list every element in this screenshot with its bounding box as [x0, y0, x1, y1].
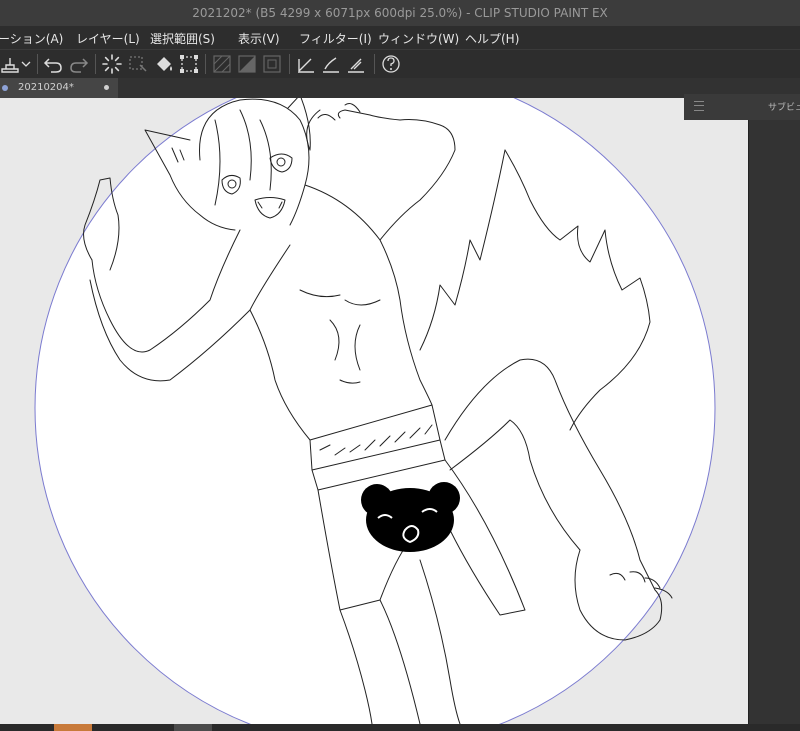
status-indicator-orange — [54, 724, 92, 731]
dropdown-chevron-icon[interactable] — [20, 53, 32, 75]
circle-background — [34, 98, 716, 724]
toolbar-separator — [37, 54, 38, 74]
status-bar — [0, 724, 800, 731]
layer-mask-icon[interactable] — [236, 53, 258, 75]
document-tab-bar: 20210204* — [0, 78, 800, 98]
menu-window[interactable]: ウィンドウ(W) — [378, 30, 459, 47]
brush-adjust-icon[interactable] — [295, 53, 317, 75]
menu-animation[interactable]: ーション(A) — [0, 30, 63, 47]
tab-label: 20210204* — [18, 82, 74, 93]
status-indicator-gray — [174, 724, 212, 731]
sub-view-panel — [748, 120, 800, 724]
command-bar — [0, 49, 800, 79]
menu-selection[interactable]: 選択範囲(S) — [150, 30, 215, 47]
sub-view-panel-header: サブビュー — [684, 94, 800, 120]
brush-size-icon[interactable] — [320, 53, 342, 75]
menu-view[interactable]: 表示(V) — [238, 30, 280, 47]
help-icon[interactable] — [380, 53, 402, 75]
active-tab-indicator — [2, 85, 8, 91]
loading-spinner-icon[interactable] — [101, 53, 123, 75]
bounding-box-icon[interactable] — [178, 53, 200, 75]
menu-filter[interactable]: フィルター(I) — [299, 30, 372, 47]
canvas-area[interactable] — [0, 98, 748, 724]
document-tab[interactable]: 20210204* — [0, 78, 118, 98]
menu-layer[interactable]: レイヤー(L) — [76, 30, 140, 47]
menu-bar: ーション(A) レイヤー(L) 選択範囲(S) 表示(V) フィルター(I) ウ… — [0, 26, 800, 49]
tab-close-icon[interactable] — [104, 85, 109, 90]
stamp-icon[interactable] — [0, 53, 22, 75]
toolbar-separator — [289, 54, 290, 74]
window-title-bar: 2021202* (B5 4299 x 6071px 600dpi 25.0%)… — [0, 0, 800, 26]
transform-select-icon[interactable] — [127, 53, 149, 75]
menu-help[interactable]: ヘルプ(H) — [465, 30, 519, 47]
undo-icon[interactable] — [42, 53, 64, 75]
panel-menu-icon[interactable] — [694, 101, 704, 111]
toolbar-separator — [95, 54, 96, 74]
toolbar-separator — [205, 54, 206, 74]
ruler-adjust-icon[interactable] — [345, 53, 367, 75]
redo-icon[interactable] — [68, 53, 90, 75]
toolbar-separator — [374, 54, 375, 74]
artwork-canvas[interactable] — [0, 98, 748, 724]
ruler-icon[interactable] — [261, 53, 283, 75]
sub-view-label: サブビュー — [768, 103, 800, 113]
window-title: 2021202* (B5 4299 x 6071px 600dpi 25.0%)… — [192, 6, 608, 20]
fill-bucket-icon[interactable] — [153, 53, 175, 75]
grid-toggle-icon[interactable] — [211, 53, 233, 75]
